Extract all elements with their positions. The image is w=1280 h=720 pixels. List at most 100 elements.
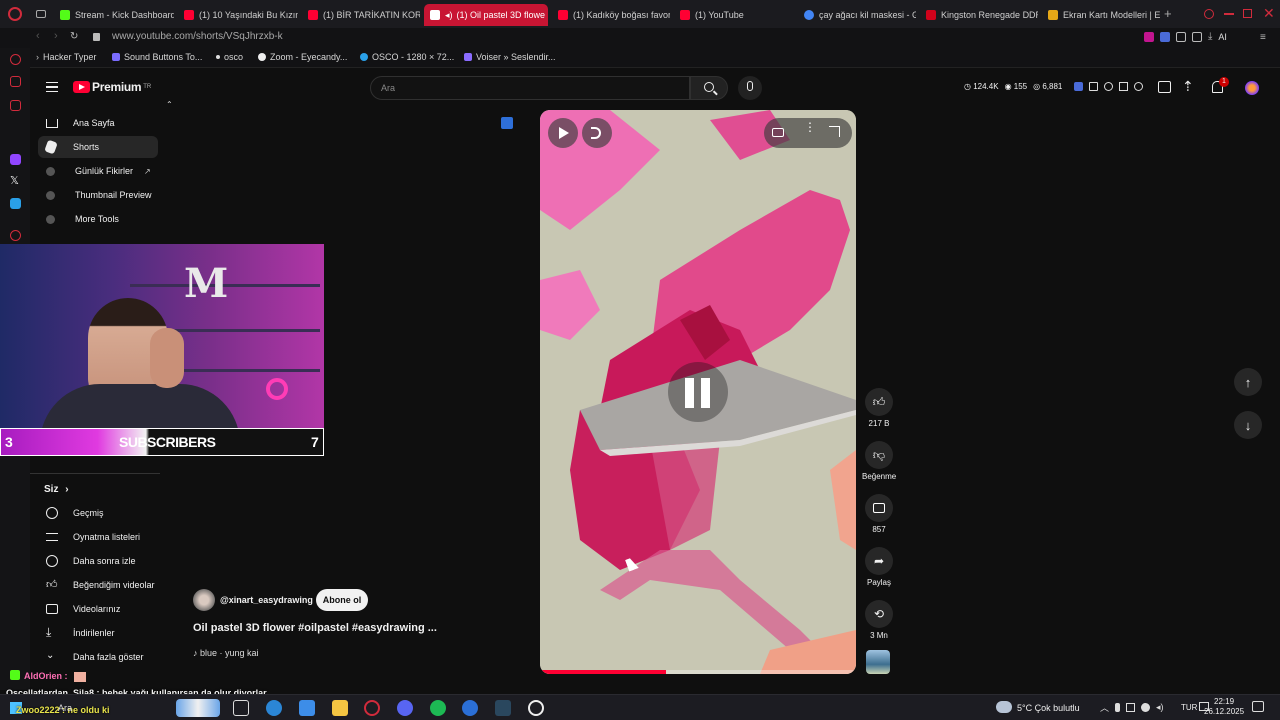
subscribe-button[interactable]: Abone ol [316, 589, 368, 611]
collapse-chevron-icon[interactable]: ⌃ [166, 100, 173, 109]
captions-icon[interactable] [772, 128, 784, 137]
avatar[interactable] [1245, 81, 1259, 95]
extension-icons[interactable]: ⤓ AI [1144, 32, 1254, 44]
next-short-button[interactable]: ↓ [1234, 411, 1262, 439]
weather-label[interactable]: 5°C Çok bulutlu [1017, 703, 1080, 713]
sidebar-item-thumbnail-preview[interactable]: Thumbnail Preview [38, 184, 158, 206]
fullscreen-icon[interactable] [829, 126, 840, 137]
youtube-logo[interactable]: Premium TR [73, 80, 151, 94]
play-button[interactable] [548, 118, 578, 148]
sidebar-item-playlists[interactable]: Oynatma listeleri [38, 526, 158, 548]
file-explorer-icon[interactable] [332, 700, 348, 716]
extension-icon[interactable] [1144, 32, 1154, 42]
sidebar-item-gunluk-fikirler[interactable]: Günlük Fikirler ↗ [38, 160, 158, 182]
steam-icon[interactable] [495, 700, 511, 716]
close-window-button[interactable]: ✕ [1263, 5, 1275, 22]
discord-icon[interactable] [397, 700, 413, 716]
reload-icon[interactable]: ↻ [70, 31, 78, 42]
tray-app-icon[interactable] [1141, 703, 1151, 712]
opera-icon[interactable] [364, 700, 380, 716]
voice-search-button[interactable] [738, 76, 762, 100]
upload-icon[interactable]: ⇡ [1182, 78, 1194, 95]
music-label[interactable]: ♪ blue · yung kai [193, 648, 259, 658]
vidiq-icon[interactable] [1074, 82, 1083, 91]
bookmark-voiser[interactable]: Voiser » Seslendir... [464, 52, 556, 62]
clock-date[interactable]: 26.12.2025 [1204, 707, 1244, 716]
sound-thumbnail[interactable] [866, 650, 890, 674]
twitch-icon[interactable] [10, 154, 21, 165]
tab-oil-pastel-active[interactable]: ◂) (1) Oil pastel 3D flowe [424, 4, 548, 26]
ai-sparkle-icon[interactable] [1134, 82, 1143, 91]
previous-short-button[interactable]: ↑ [1234, 368, 1262, 396]
sidebar-item-downloads[interactable]: ⤓ İndirilenler [38, 622, 158, 644]
vidiq-badge-icon[interactable] [501, 117, 513, 129]
pause-overlay-button[interactable] [668, 362, 728, 422]
store-icon[interactable] [299, 700, 315, 716]
short-title[interactable]: Oil pastel 3D flower #oilpastel #easydra… [193, 622, 437, 634]
opera-menu-icon[interactable] [8, 7, 22, 21]
url-field[interactable]: www.youtube.com/shorts/VSqJhrzxb-k [112, 31, 283, 42]
short-video-player[interactable]: ⋮ [540, 110, 856, 674]
you-section-header[interactable]: Siz › [44, 484, 69, 495]
like-button[interactable]: 👍︎ 217 B [862, 388, 896, 428]
chevron-up-icon[interactable]: ︿ [1100, 701, 1109, 714]
spotify-icon[interactable] [430, 700, 446, 716]
extensions-puzzle-icon[interactable] [1176, 32, 1186, 42]
tab-kingston[interactable]: Kingston Renegade DDR [920, 4, 1038, 26]
language-indicator[interactable]: TUR [1181, 703, 1197, 712]
music-icon[interactable] [10, 100, 21, 111]
ext-toolbar-icons[interactable] [1074, 82, 1143, 91]
more-options-icon[interactable]: ⋮ [804, 121, 816, 133]
maximize-button[interactable] [1243, 9, 1252, 18]
volume-button[interactable] [582, 118, 612, 148]
sidebar-item-home[interactable]: Ana Sayfa [38, 112, 158, 134]
channel-avatar[interactable] [193, 589, 215, 611]
obs-icon[interactable] [528, 700, 544, 716]
easy-setup-icon[interactable]: ≡ [1260, 32, 1266, 43]
tab-kick-dashboard[interactable]: Stream - Kick Dashboard [54, 4, 174, 26]
messenger-icon[interactable] [10, 76, 21, 87]
bookmark-osco[interactable]: osco [216, 52, 243, 62]
tab-ekran-karti[interactable]: Ekran Kartı Modelleri | En [1042, 4, 1160, 26]
tray-app-icon[interactable] [1126, 703, 1136, 712]
download-icon[interactable]: ⤓ [1208, 32, 1212, 44]
search-input[interactable]: Ara [370, 76, 690, 100]
channel-name[interactable]: @xinart_easydrawing [220, 595, 313, 605]
back-icon[interactable]: ‹ [36, 30, 40, 42]
aria-ai-button[interactable]: AI [1218, 32, 1227, 44]
tab-kadikoy[interactable]: (1) Kadıköy boğası favori [552, 4, 670, 26]
create-icon[interactable] [1158, 81, 1171, 93]
search-tabs-icon[interactable] [1204, 9, 1214, 19]
notification-center-icon[interactable] [1252, 701, 1264, 712]
telegram-icon[interactable] [10, 198, 21, 209]
edge-icon[interactable] [266, 700, 282, 716]
trophy-icon[interactable] [1119, 82, 1128, 91]
bookmark-osco-1280[interactable]: OSCO - 1280 × 72... [360, 52, 454, 62]
tools-icon[interactable] [1104, 82, 1113, 91]
bookmark-zoom-eyecandy[interactable]: Zoom - Eyecandy... [258, 52, 347, 62]
new-tab-button[interactable]: + [1164, 6, 1172, 21]
tab-youtube-2[interactable]: (1) BİR TARİKATIN KORK [302, 4, 420, 26]
remix-button[interactable]: ⟲ 3 Mn [862, 600, 896, 640]
search-button[interactable] [690, 76, 728, 100]
forward-icon[interactable]: › [54, 30, 58, 42]
pinboard-icon[interactable] [10, 230, 21, 241]
sidebar-item-your-videos[interactable]: Videolarınız [38, 598, 158, 620]
aria-icon[interactable] [10, 54, 21, 65]
extension-icon[interactable] [1160, 32, 1170, 42]
filter-icon[interactable] [1089, 82, 1098, 91]
clock-time[interactable]: 22:19 [1214, 697, 1234, 706]
sidebar-item-watch-later[interactable]: Daha sonra izle [38, 550, 158, 572]
sidebar-item-liked-videos[interactable]: 👍︎ Beğendiğim videolar [38, 574, 158, 596]
bookmark-hacker-typer[interactable]: › Hacker Typer [36, 52, 96, 62]
tab-google-search[interactable]: çay ağacı kil maskesi - G [798, 4, 916, 26]
task-view-icon[interactable] [233, 700, 249, 716]
tab-overview-icon[interactable] [36, 10, 46, 18]
x-twitter-icon[interactable]: 𝕏 [10, 174, 19, 187]
tab-youtube-1[interactable]: (1) 10 Yaşındaki Bu Kızın [178, 4, 298, 26]
sidebar-item-more-tools[interactable]: More Tools [38, 208, 158, 230]
share-button[interactable]: ➦ Paylaş [862, 547, 896, 587]
sidebar-item-history[interactable]: Geçmiş [38, 502, 158, 524]
microphone-icon[interactable] [1115, 703, 1121, 712]
wallet-icon[interactable] [1192, 32, 1202, 42]
